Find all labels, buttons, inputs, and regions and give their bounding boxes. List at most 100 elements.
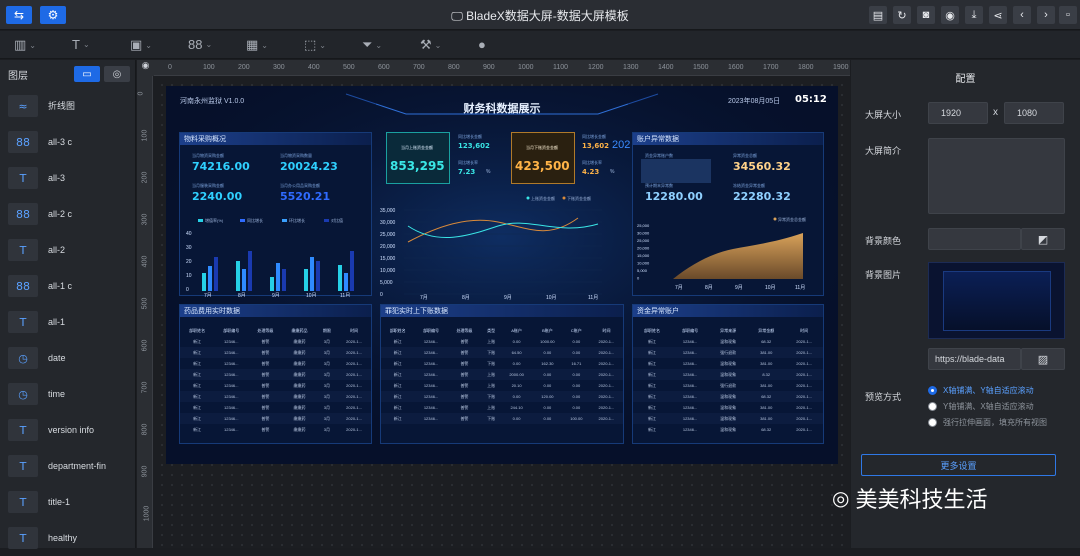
tool-tools-icon[interactable]: ⚒ ⌄ — [420, 37, 441, 53]
more-settings-button[interactable]: 更多设置 — [861, 454, 1056, 476]
table-cell: 3月 — [316, 369, 338, 380]
x-tick-label: 7月 — [675, 285, 683, 291]
refresh-icon[interactable]: ↻ — [893, 6, 911, 24]
desc-textarea[interactable] — [928, 138, 1065, 214]
tool-image-icon[interactable]: ▣ ⌄ — [130, 37, 152, 53]
layer-item[interactable]: Tall-3 — [0, 160, 135, 196]
table-row[interactable]: 新江 12346... 强行退款 381.00 2020-1... — [633, 380, 823, 391]
mode-radio[interactable] — [928, 402, 937, 411]
kpi-up-unit: % — [486, 169, 491, 175]
overview-item-label: 当月物资采购金额 — [192, 153, 224, 158]
ruler-tick: 1300 — [623, 64, 639, 71]
table-cell: 12346... — [671, 391, 710, 402]
table-header: 异常来源 — [720, 327, 737, 333]
table-row[interactable]: 新江 12346... 普警 上账 20.10 0.00 0.00 2020-1... — [381, 380, 623, 391]
layer-item[interactable]: Tall-1 — [0, 304, 135, 340]
document-icon[interactable]: ▤ — [869, 6, 887, 24]
arrow-left-icon[interactable]: ‹ — [1013, 6, 1031, 24]
more-icon[interactable]: ▫ — [1059, 6, 1077, 24]
table-row[interactable]: 新江 12346... 强行退款 381.00 2020-1... — [633, 347, 823, 358]
table-row[interactable]: 新江 12346... 普警 下账 0.00 120.00 0.00 2020-1... — [381, 391, 623, 402]
table-cell: 12346... — [414, 413, 448, 424]
table-cell: 缴缴药 — [293, 360, 306, 366]
table-row[interactable]: 新江 12346... 温和现象 381.00 2020-1... — [633, 358, 823, 369]
table-row[interactable]: 新江 12346... 温和现象 381.00 2020-1... — [633, 413, 823, 424]
layer-item[interactable]: Tversion info — [0, 412, 135, 448]
eye-icon[interactable]: ◉ — [941, 6, 959, 24]
layer-item[interactable]: 88 all-3 c — [0, 124, 135, 160]
table-row[interactable]: 新江 12346... 普警 缴缴药 3月 2020-1... — [180, 413, 371, 424]
download-icon[interactable]: ⤓ — [965, 6, 983, 24]
y-tick-label: 20,000 — [637, 246, 650, 251]
tool-filter-icon[interactable]: ⏷ ⌄ — [362, 37, 382, 53]
table-row[interactable]: 新江 12346... 普警 上账 0.00 1000.00 0.00 2020-1... — [381, 336, 623, 347]
share-icon[interactable]: ⋖ — [989, 6, 1007, 24]
layer-item[interactable]: Thealthy — [0, 520, 135, 556]
tool-glyph: T — [72, 37, 80, 52]
image-upload-icon[interactable]: ▨ — [1021, 348, 1065, 370]
layer-panel-title: 图层 — [8, 70, 28, 82]
layer-item[interactable]: ◷ time — [0, 376, 135, 412]
table-row[interactable]: 新江 12346... 温和现象 381.00 2020-1... — [633, 402, 823, 413]
layer-item[interactable]: Tdepartment-fin — [0, 448, 135, 484]
tool-chart-icon[interactable]: ▥ ⌄ — [14, 37, 36, 53]
table-cell: 新江 — [648, 404, 657, 410]
database-tab-icon[interactable]: ◎ — [104, 66, 130, 82]
dashboard-preview[interactable]: 财务科数据展示 河南永州监狱 V1.0.0 2023年08月05日 05:12 … — [166, 86, 838, 464]
table-row[interactable]: 新江 12346... 温和现象 68.32 2020-1... — [633, 336, 823, 347]
layer-item[interactable]: 88 all-1 c — [0, 268, 135, 304]
table-row[interactable]: 新江 12346... 普警 下账 64.50 0.00 0.00 2020-1... — [381, 347, 623, 358]
table-row[interactable]: 新江 12346... 普警 上账 2000.00 0.00 0.00 2020-1... — [381, 369, 623, 380]
layer-item[interactable]: Tall-2 — [0, 232, 135, 268]
y-tick-label: 20 — [186, 259, 192, 265]
tool-counter-icon[interactable]: 88 ⌄ — [188, 37, 212, 52]
table-row[interactable]: 新江 12346... 普警 缴缴药 3月 2020-1... — [180, 424, 371, 435]
mode-radio[interactable] — [928, 386, 937, 395]
table-row[interactable]: 新江 12346... 普警 下账 0.00 162.30 16.71 2020-1... — [381, 358, 623, 369]
table-row[interactable]: 新江 12346... 普警 下账 0.00 0.00 100.00 2020-1... — [381, 413, 623, 424]
table-row[interactable]: 新江 12346... 温和现象 68.32 2020-1... — [633, 424, 823, 435]
kpi-up-sub2-label: 同比增长率 — [458, 160, 478, 165]
table-row[interactable]: 新江 12346... 普警 上账 244.10 0.00 0.00 2020-1... — [381, 402, 623, 413]
table-cell: 温和现象 — [720, 360, 737, 366]
layer-item[interactable]: Ttitle-1 — [0, 484, 135, 520]
eye-toggle-icon[interactable]: ◉ — [137, 60, 154, 76]
table-row[interactable]: 新江 12346... 普警 缴缴药 3月 2020-1... — [180, 391, 371, 402]
tool-text-icon[interactable]: T ⌄ — [72, 37, 90, 52]
table-cell: 2020-1... — [346, 361, 362, 366]
table-cell: 缴缴药 — [293, 404, 306, 410]
table-cell: 2020-1... — [589, 369, 623, 380]
table-row[interactable]: 新江 12346... 普警 缴缴药 3月 2020-1... — [180, 358, 371, 369]
height-input[interactable]: 1080 — [1004, 102, 1064, 124]
camera-icon[interactable]: ◙ — [917, 6, 935, 24]
table-row[interactable]: 新江 12346... 普警 缴缴药 3月 2020-1... — [180, 336, 371, 347]
width-input[interactable]: 1920 — [928, 102, 988, 124]
table-row[interactable]: 新江 12346... 普警 缴缴药 3月 2020-1... — [180, 402, 371, 413]
y-tick-label: 30,000 — [380, 220, 396, 226]
table-cell: 新江 — [633, 347, 672, 358]
layer-item[interactable]: ◷ date — [0, 340, 135, 376]
table-row[interactable]: 新江 12346... 温和现象 68.32 2020-1... — [633, 391, 823, 402]
table-header: 缴缴药品 — [291, 327, 308, 333]
mode-radio[interactable] — [928, 418, 937, 427]
bgcolor-input[interactable] — [928, 228, 1021, 250]
tool-info-icon[interactable]: ● — [478, 37, 486, 52]
table-cell: 0.00 — [562, 369, 590, 380]
table-row[interactable]: 新江 12346... 温和现象 8.32 2020-1... — [633, 369, 823, 380]
kpi-up-label: 当月上账资金金额 — [401, 145, 433, 150]
tool-border-icon[interactable]: ⬚ ⌄ — [304, 37, 326, 53]
table-row[interactable]: 新江 12346... 普警 缴缴药 3月 2020-1... — [180, 369, 371, 380]
color-picker-icon[interactable]: ◩ — [1021, 228, 1065, 250]
layer-item[interactable]: 88 all-2 c — [0, 196, 135, 232]
arrow-right-icon[interactable]: › — [1037, 6, 1055, 24]
monitor-tab-icon[interactable]: ▭ — [74, 66, 100, 82]
table-row[interactable]: 新江 12346... 普警 缴缴药 3月 2020-1... — [180, 347, 371, 358]
layer-item[interactable]: ≈ 折线图 — [0, 88, 135, 124]
table-cell: 2020-1... — [785, 347, 823, 358]
bgimg-url-input[interactable]: https://blade-data — [928, 348, 1021, 370]
table-row[interactable]: 新江 12346... 普警 缴缴药 3月 2020-1... — [180, 380, 371, 391]
legend-label: 对比值 — [331, 217, 343, 223]
tool-table-icon[interactable]: ▦ ⌄ — [246, 37, 268, 53]
table-cell: 普警 — [248, 347, 283, 358]
bgimg-preview[interactable] — [928, 262, 1065, 339]
